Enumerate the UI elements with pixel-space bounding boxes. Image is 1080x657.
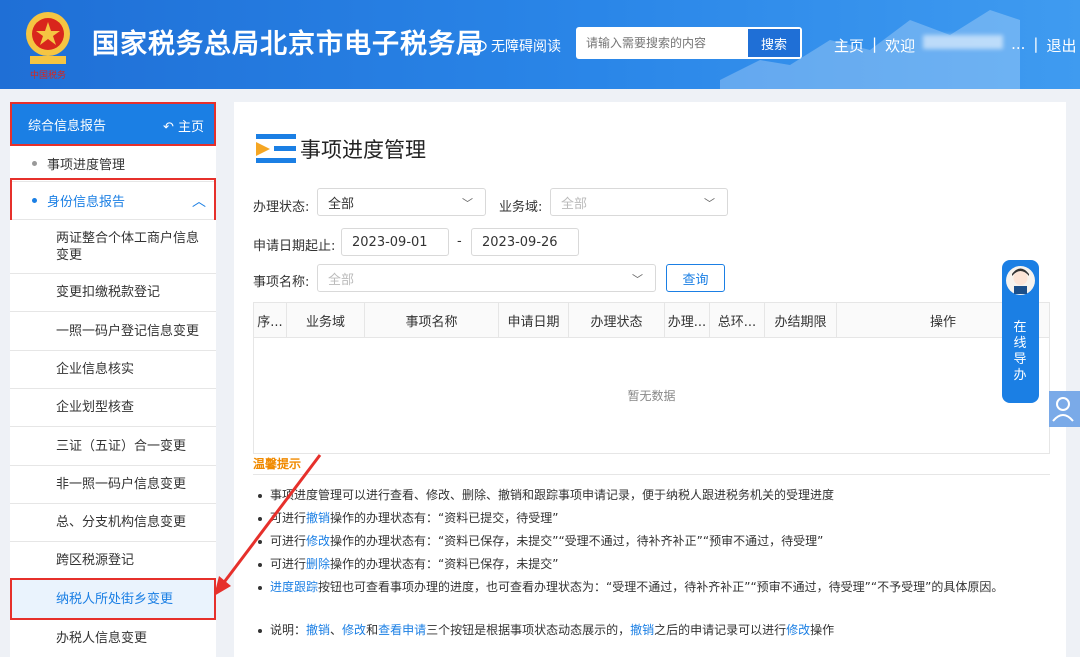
annotation-arrow <box>214 454 322 596</box>
